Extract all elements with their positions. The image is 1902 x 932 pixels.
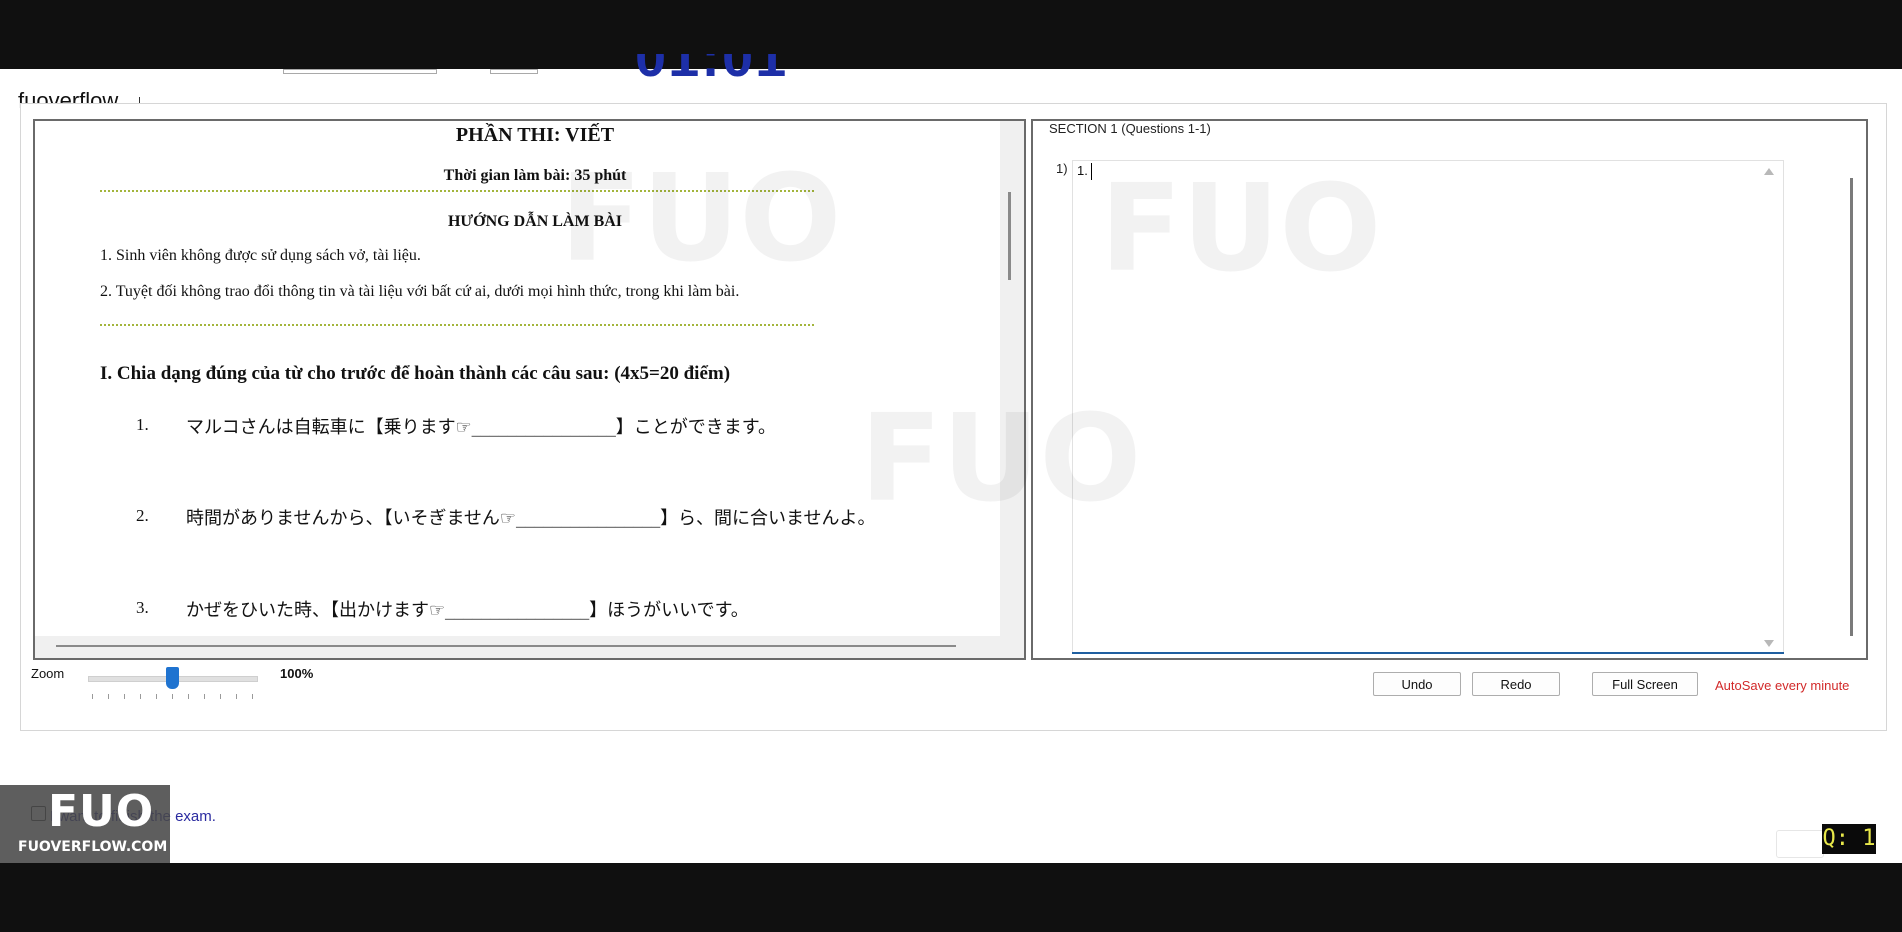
document-horizontal-scrollbar[interactable] <box>56 645 956 647</box>
zoom-label: Zoom <box>31 666 65 681</box>
zoom-value: 100% <box>280 666 314 681</box>
question-text: マルコさんは自転車に【乗ります☞________________】ことができます… <box>186 413 776 439</box>
question-stem: 時間がありませんから、【いそぎません☞ <box>186 508 517 529</box>
question-number: 3. <box>136 598 149 617</box>
question-ending: 】ことができます。 <box>615 417 776 438</box>
header-dropdown-fragment[interactable] <box>283 69 437 74</box>
question-stem: かぜをひいた時、【出かけます☞ <box>186 600 446 621</box>
answer-textarea[interactable] <box>1072 160 1784 654</box>
question-index-label: 1) <box>1056 161 1068 176</box>
dotted-divider <box>100 324 814 326</box>
document-scroll-thumb[interactable] <box>1008 192 1011 280</box>
scroll-down-arrow-icon[interactable] <box>1764 640 1774 647</box>
watermark-site: FUOVERFLOW.COM <box>18 839 168 855</box>
full-screen-button[interactable]: Full Screen <box>1592 672 1698 696</box>
question-text: 時間がありませんから、【いそぎません☞________________】ら、間に… <box>186 504 876 530</box>
undo-button[interactable]: Undo <box>1373 672 1461 696</box>
question-blank: ________________ <box>471 417 616 438</box>
doc-section-heading: I. Chia dạng đúng của từ cho trước để ho… <box>100 363 731 384</box>
zoom-slider-ticks <box>92 694 256 699</box>
answer-text: 1. <box>1077 163 1088 178</box>
doc-rule-1: 1. Sinh viên không được sử dụng sách vở,… <box>100 247 421 264</box>
next-button-fragment[interactable] <box>1776 830 1824 858</box>
watermark-logo: FUO <box>48 786 155 837</box>
redo-button[interactable]: Redo <box>1472 672 1560 696</box>
doc-rule-2: 2. Tuyệt đối không trao đổi thông tin và… <box>100 283 740 300</box>
zoom-slider-thumb[interactable] <box>166 667 179 689</box>
question-stem: マルコさんは自転車に【乗ります☞ <box>186 417 472 438</box>
question-number: 2. <box>136 506 149 525</box>
section-label: SECTION 1 (Questions 1-1) <box>1049 121 1211 136</box>
doc-time-limit: Thời gian làm bài: 35 phút <box>443 167 627 184</box>
question-text: かぜをひいた時、【出かけます☞________________】ほうがいいです。 <box>186 596 749 622</box>
scroll-up-arrow-icon[interactable] <box>1764 168 1774 175</box>
top-letterbox <box>0 0 1902 69</box>
exam-timer: 01:01 <box>635 54 805 82</box>
header-button-fragment[interactable] <box>490 69 538 74</box>
question-number: 1. <box>136 415 149 434</box>
answer-focus-underline <box>1072 652 1784 654</box>
doc-instructions-heading: HƯỚNG DẪN LÀM BÀI <box>447 213 623 230</box>
question-blank: ________________ <box>516 508 661 529</box>
question-counter: Q: 1 <box>1822 824 1876 854</box>
dotted-divider <box>100 190 814 192</box>
text-caret <box>1091 163 1092 180</box>
autosave-notice: AutoSave every minute <box>1715 678 1850 693</box>
bottom-letterbox <box>0 863 1902 932</box>
doc-title: PHẦN THI: VIẾT <box>455 124 615 146</box>
question-document-page: PHẦN THI: VIẾT Thời gian làm bài: 35 phú… <box>35 121 1000 636</box>
question-ending: 】ほうがいいです。 <box>589 600 749 621</box>
answer-scrollbar[interactable] <box>1759 161 1781 651</box>
answer-panel-scrollbar[interactable] <box>1850 178 1853 636</box>
question-blank: ________________ <box>445 600 590 621</box>
question-ending: 】ら、間に合いませんよ。 <box>660 508 876 529</box>
